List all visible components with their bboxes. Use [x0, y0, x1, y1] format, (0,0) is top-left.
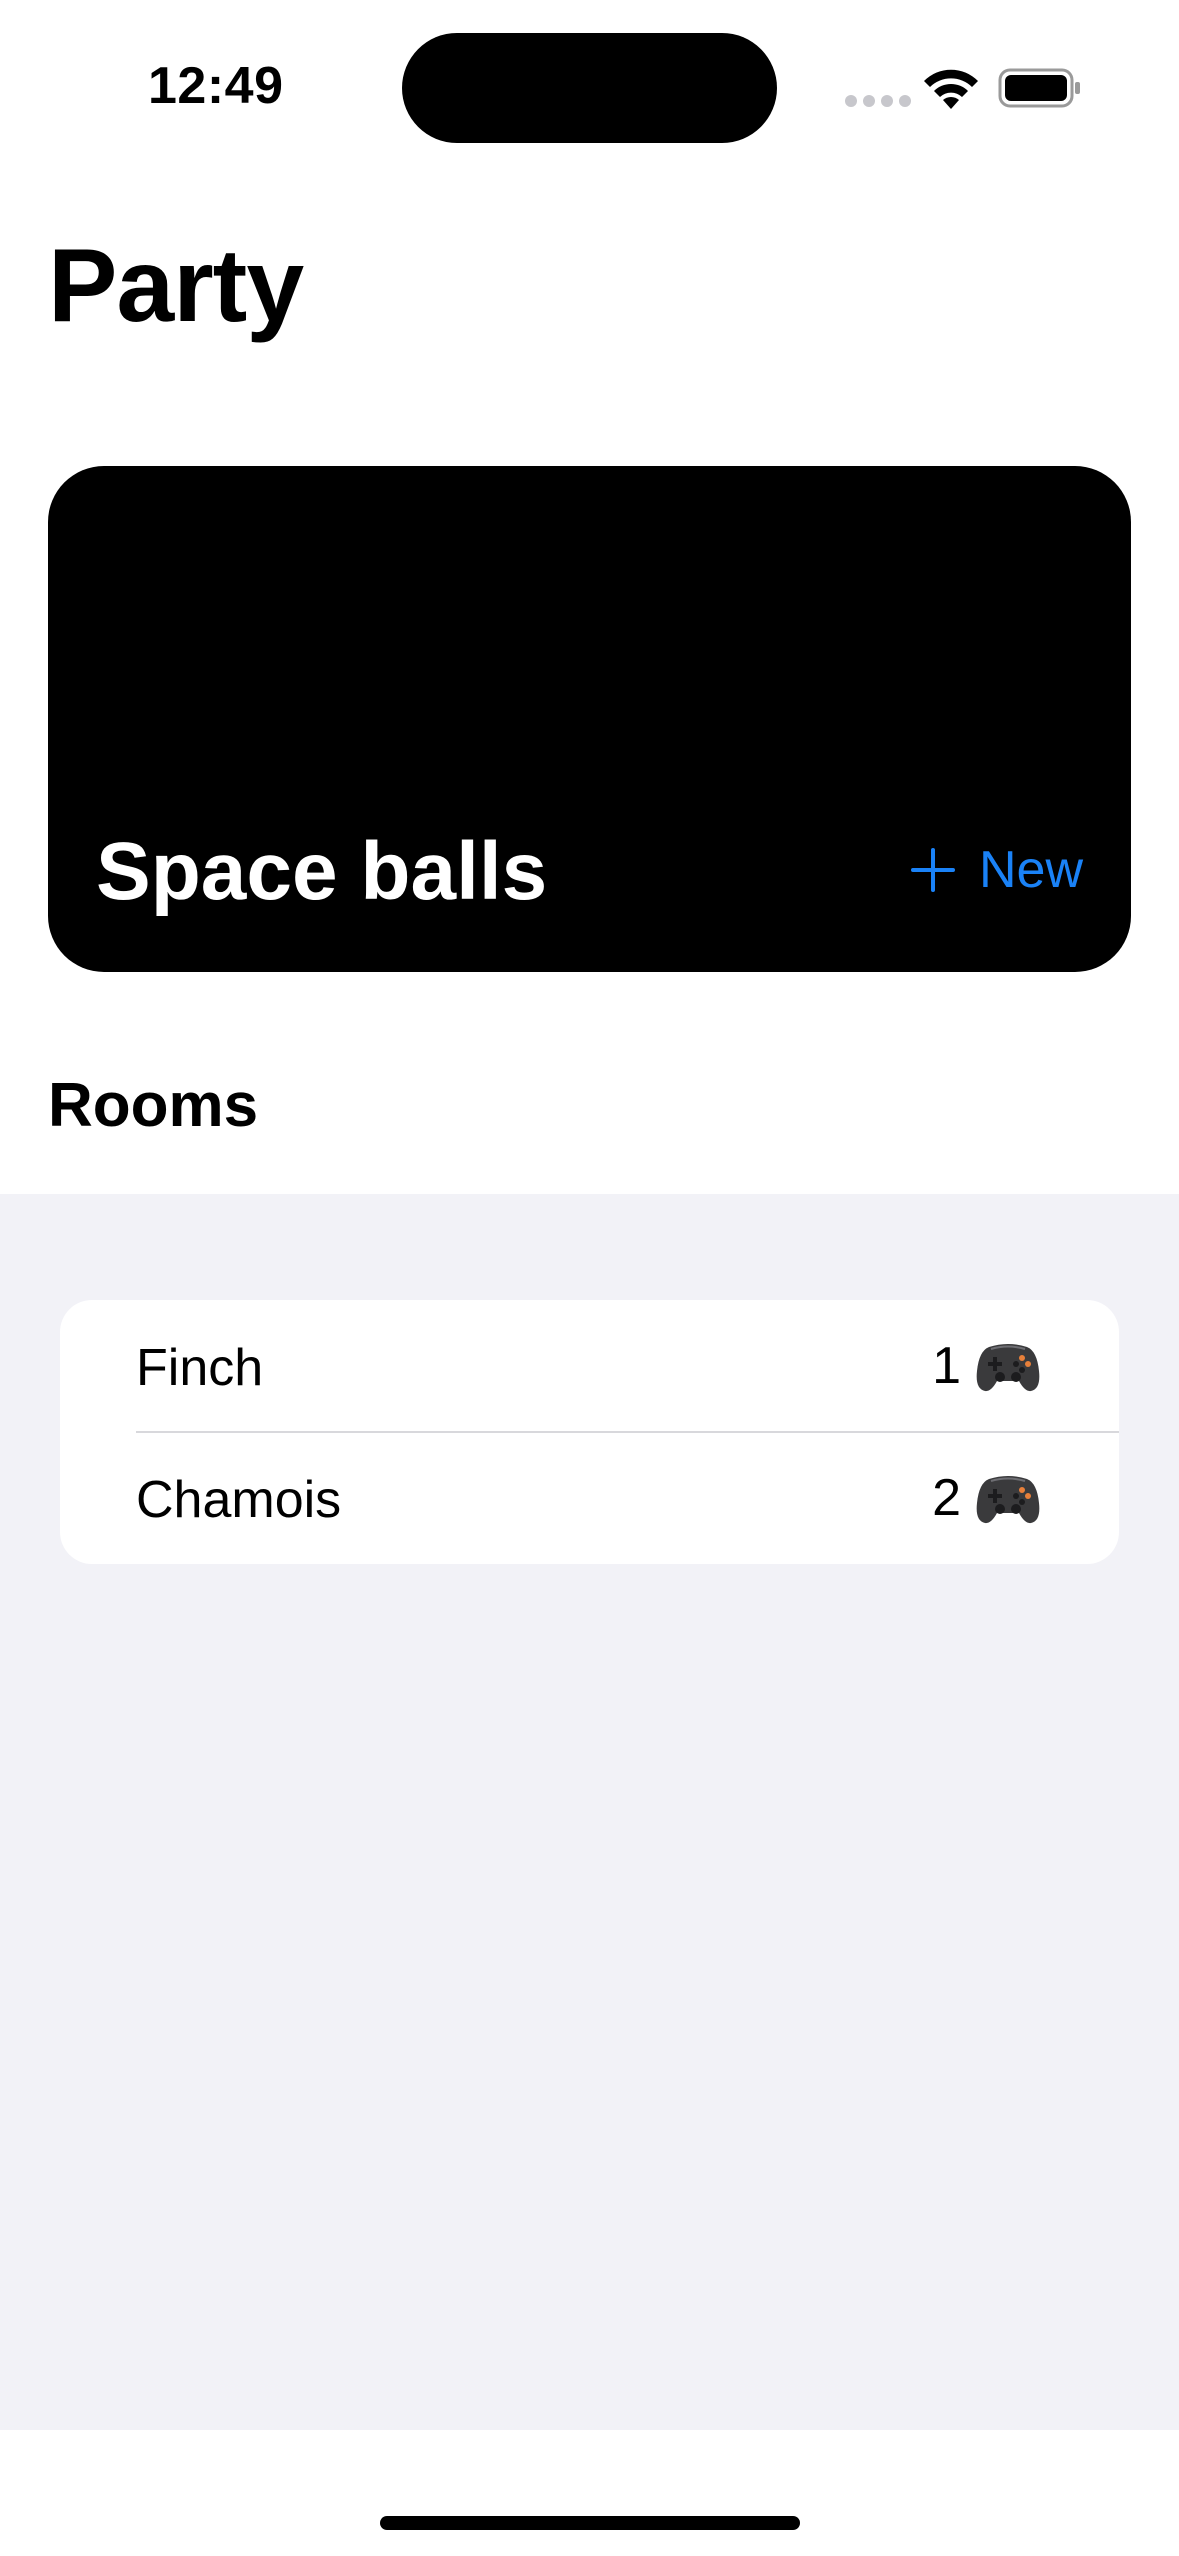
- room-player-count: 1: [932, 1334, 1041, 1398]
- dynamic-island: [402, 33, 777, 143]
- room-count-value: 1: [932, 1337, 961, 1395]
- room-count-value: 2: [932, 1469, 961, 1527]
- home-indicator[interactable]: [380, 2516, 800, 2530]
- battery-icon: [998, 68, 1080, 108]
- status-time: 12:49: [148, 57, 284, 115]
- gamepad-icon: [976, 1344, 1040, 1392]
- room-row-chamois[interactable]: Chamois 2: [60, 1432, 1119, 1564]
- party-name: Space balls: [96, 826, 548, 917]
- rooms-list: Finch 1 Chamois 2: [60, 1300, 1119, 1564]
- new-room-button[interactable]: New: [910, 838, 1083, 902]
- page-title: Party: [48, 228, 304, 344]
- gamepad-icon: [976, 1476, 1040, 1524]
- cellular-signal-icon: [845, 95, 911, 107]
- room-name: Chamois: [136, 1471, 342, 1529]
- party-card[interactable]: Space balls New: [48, 466, 1131, 972]
- wifi-icon: [924, 69, 978, 109]
- rooms-list-background: Finch 1 Chamois 2: [0, 1194, 1179, 2430]
- room-row-finch[interactable]: Finch 1: [60, 1300, 1119, 1433]
- new-button-label: New: [978, 841, 1083, 899]
- room-name: Finch: [136, 1339, 264, 1397]
- plus-icon: [910, 848, 955, 892]
- rooms-section-header: Rooms: [48, 1071, 259, 1140]
- room-player-count: 2: [932, 1466, 1041, 1530]
- screen: 12:49 Party Space balls New Rooms Finch …: [0, 0, 1179, 2556]
